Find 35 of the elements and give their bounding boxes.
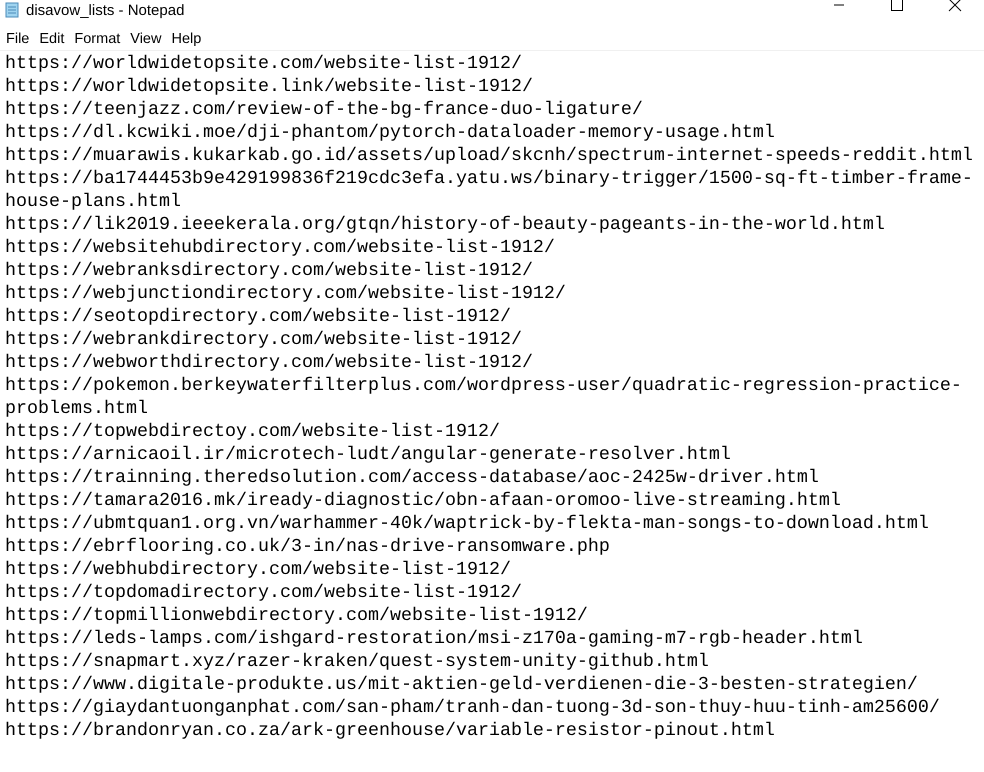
menu-item[interactable]: View bbox=[126, 31, 166, 47]
text-line: https://snapmart.xyz/razer-kraken/quest-system-unity-github.html bbox=[5, 650, 710, 673]
text-line: https://dl.kcwiki.moe/dji-phantom/pytorch-dataloader-memory-usage.html bbox=[5, 121, 776, 144]
text-line: https://lik2019.ieeekerala.org/gtqn/history-of-beauty-pageants-in-the-world.html bbox=[5, 213, 886, 236]
text-line: https://websitehubdirectory.com/website-list-1912/ bbox=[5, 236, 556, 259]
close-icon bbox=[948, 0, 962, 12]
text-line: https://www.digitale-produkte.us/mit-aktien-geld-verdienen-die-3-besten-strategien/ bbox=[5, 673, 919, 696]
text-line: https://ebrflooring.co.uk/3-in/nas-drive-ransomware.php bbox=[5, 535, 611, 558]
menu-item[interactable]: Edit bbox=[35, 31, 68, 47]
text-line: https://topwebdirectoy.com/website-list-1912/ bbox=[5, 420, 501, 443]
text-line: https://leds-lamps.com/ishgard-restoration/msi-z170a-gaming-m7-rgb-header.html bbox=[5, 627, 864, 650]
text-line: https://trainning.theredsolution.com/access-database/aoc-2425w-driver.html bbox=[5, 466, 820, 489]
notepad-icon bbox=[4, 2, 20, 18]
text-line: https://webhubdirectory.com/website-list-1912/ bbox=[5, 558, 512, 581]
text-line: https://seotopdirectory.com/website-list-1912/ bbox=[5, 305, 512, 328]
text-line: https://worldwidetopsite.com/website-list-1912/ bbox=[5, 52, 523, 75]
text-line: https://brandonryan.co.za/ark-greenhouse/variable-resistor-pinout.html bbox=[5, 719, 776, 742]
text-line: https://topdomadirectory.com/website-list-1912/ bbox=[5, 581, 523, 604]
menu-item[interactable]: Format bbox=[70, 31, 124, 47]
text-line: https://worldwidetopsite.link/website-list-1912/ bbox=[5, 75, 534, 98]
text-line: https://webranksdirectory.com/website-list-1912/ bbox=[5, 259, 534, 282]
menu-item[interactable]: File bbox=[2, 31, 34, 47]
text-line: https://teenjazz.com/review-of-the-bg-france-duo-ligature/ bbox=[5, 98, 644, 121]
text-line: https://ubmtquan1.org.vn/warhammer-40k/waptrick-by-flekta-man-songs-to-download.html bbox=[5, 512, 930, 535]
text-line: https://tamara2016.mk/iready-diagnostic/obn-afaan-oromoo-live-streaming.html bbox=[5, 489, 842, 512]
maximize-icon bbox=[891, 0, 903, 11]
text-line: https://arnicaoil.ir/microtech-ludt/angular-generate-resolver.html bbox=[5, 443, 732, 466]
text-line: https://giaydantuonganphat.com/san-pham/tranh-dan-tuong-3d-son-thuy-huu-tinh-am25600/ bbox=[5, 696, 941, 719]
window-title: disavow_lists - Notepad bbox=[26, 2, 184, 18]
text-line: https://webrankdirectory.com/website-list-1912/ bbox=[5, 328, 523, 351]
text-line: https://webjunctiondirectory.com/website-list-1912/ bbox=[5, 282, 567, 305]
menu-item[interactable]: Help bbox=[167, 31, 206, 47]
text-line: https://webworthdirectory.com/website-list-1912/ bbox=[5, 351, 534, 374]
text-line: https://muarawis.kukarkab.go.id/assets/upload/skcnh/spectrum-internet-speeds-reddit.html bbox=[5, 144, 974, 167]
text-line: https://topmillionwebdirectory.com/website-list-1912/ bbox=[5, 604, 589, 627]
